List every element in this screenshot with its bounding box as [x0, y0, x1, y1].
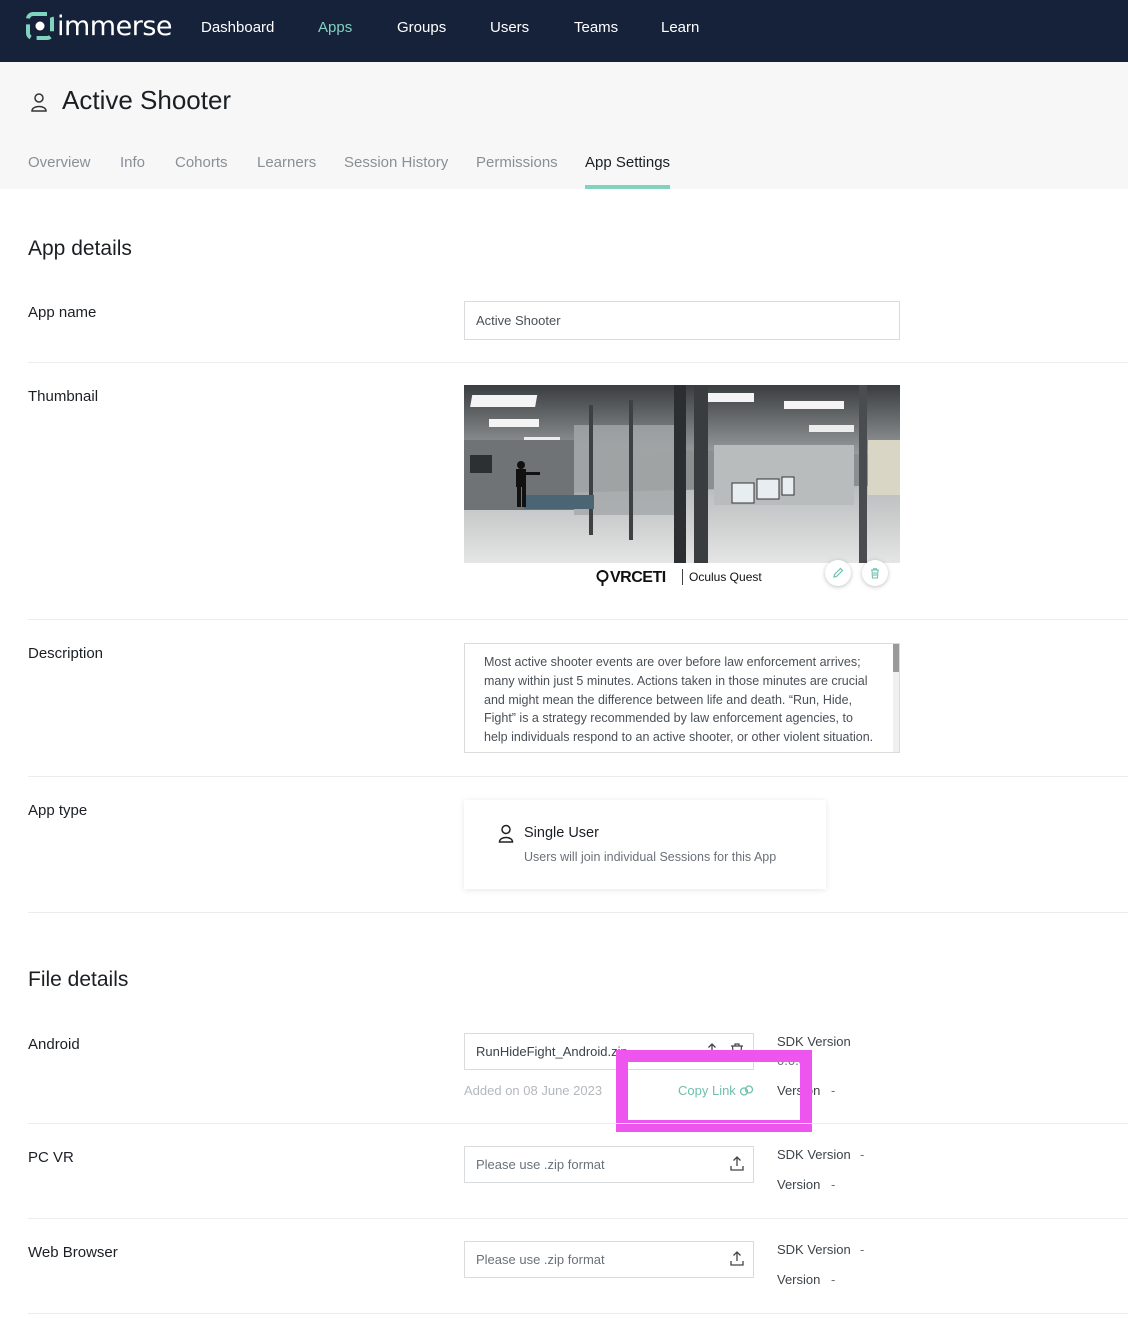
app-type-card[interactable]: Single User Users will join individual S…	[464, 800, 826, 889]
divider	[28, 1123, 1128, 1124]
top-navigation: immerse Dashboard Apps Groups Users Team…	[0, 0, 1128, 62]
description-scrollbar[interactable]	[893, 644, 899, 752]
tab-session-history[interactable]: Session History	[344, 154, 448, 171]
upload-icon[interactable]	[729, 1250, 745, 1267]
app-type-subtitle: Users will join individual Sessions for …	[524, 850, 777, 864]
platform-text: Oculus Quest	[689, 570, 762, 584]
active-tab-indicator	[585, 185, 670, 189]
tab-learners[interactable]: Learners	[257, 154, 316, 171]
android-sdk-label: SDK Version	[777, 1034, 851, 1049]
page-header: Active Shooter Overview Info Cohorts Lea…	[0, 62, 1128, 189]
description-textarea[interactable]: Most active shooter events are over befo…	[464, 643, 900, 753]
user-icon	[498, 824, 514, 843]
android-version-value: -	[831, 1083, 836, 1098]
tab-cohorts[interactable]: Cohorts	[175, 154, 228, 171]
app-name-input[interactable]: Active Shooter	[464, 301, 900, 340]
nav-apps[interactable]: Apps	[318, 19, 352, 36]
android-added-date: Added on 08 June 2023	[464, 1083, 603, 1098]
pc-vr-version-value: -	[831, 1177, 836, 1192]
delete-thumbnail-button[interactable]	[862, 560, 888, 586]
divider	[28, 912, 1128, 913]
nav-users[interactable]: Users	[490, 19, 529, 36]
tab-app-settings[interactable]: App Settings	[585, 154, 670, 171]
web-browser-placeholder: Please use .zip format	[476, 1252, 605, 1267]
scrollbar-thumb[interactable]	[893, 644, 899, 672]
tab-permissions[interactable]: Permissions	[476, 154, 558, 171]
divider	[28, 776, 1128, 777]
description-label: Description	[28, 645, 104, 662]
pencil-icon	[833, 567, 844, 578]
app-name-label: App name	[28, 304, 97, 321]
logo-text: immerse	[57, 10, 173, 42]
pc-vr-sdk-value: -	[860, 1147, 865, 1162]
web-browser-version-label: Version	[777, 1272, 821, 1287]
app-type-label: App type	[28, 802, 88, 819]
pc-vr-placeholder: Please use .zip format	[476, 1157, 605, 1172]
trash-icon	[871, 568, 879, 579]
thumbnail-label: Thumbnail	[28, 388, 99, 405]
divider	[28, 619, 1128, 620]
app-details-title: App details	[28, 237, 132, 260]
android-label: Android	[28, 1036, 80, 1053]
pc-vr-label: PC VR	[28, 1149, 74, 1166]
edit-thumbnail-button[interactable]	[825, 560, 851, 586]
web-browser-file-input[interactable]: Please use .zip format	[464, 1241, 754, 1278]
immerse-logo-icon	[26, 12, 54, 40]
file-details-title: File details	[28, 968, 129, 991]
brand-text: VRCETI	[610, 569, 666, 586]
app-type-title: Single User	[524, 825, 599, 841]
tab-overview[interactable]: Overview	[28, 154, 91, 171]
page-title: Active Shooter	[62, 85, 232, 115]
pc-vr-sdk-label: SDK Version	[777, 1147, 851, 1162]
nav-dashboard[interactable]: Dashboard	[201, 19, 274, 36]
vrceti-logo-icon	[596, 570, 609, 586]
logo[interactable]: immerse	[26, 10, 173, 42]
divider	[28, 1313, 1128, 1314]
android-file-name: RunHideFight_Android.zip	[476, 1044, 628, 1059]
web-browser-version-value: -	[831, 1272, 836, 1287]
web-browser-label: Web Browser	[28, 1244, 118, 1261]
office-scene-image	[464, 385, 900, 563]
divider	[28, 1218, 1128, 1219]
pc-vr-file-input[interactable]: Please use .zip format	[464, 1146, 754, 1183]
user-icon	[31, 93, 47, 112]
pc-vr-version-label: Version	[777, 1177, 821, 1192]
divider	[28, 362, 1128, 363]
brand-separator	[682, 569, 683, 585]
highlight-annotation-box	[616, 1050, 812, 1132]
upload-icon[interactable]	[729, 1155, 745, 1172]
web-browser-sdk-value: -	[860, 1242, 865, 1257]
description-text: Most active shooter events are over befo…	[484, 655, 874, 745]
web-browser-sdk-label: SDK Version	[777, 1242, 851, 1257]
tab-info[interactable]: Info	[120, 154, 145, 171]
nav-learn[interactable]: Learn	[661, 19, 699, 36]
nav-teams[interactable]: Teams	[574, 19, 618, 36]
nav-groups[interactable]: Groups	[397, 19, 446, 36]
